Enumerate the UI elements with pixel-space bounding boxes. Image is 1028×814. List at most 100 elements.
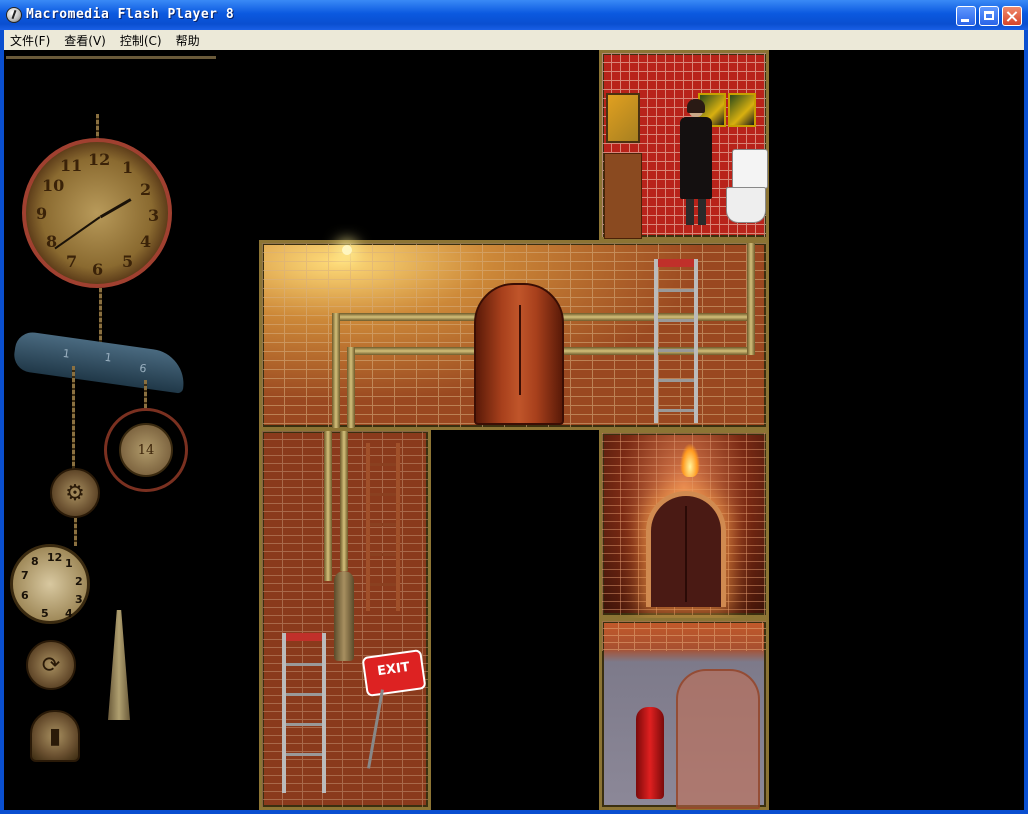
- ladder-rung: [286, 753, 322, 756]
- minimize-icon[interactable]: [956, 6, 976, 26]
- wardrobe[interactable]: [474, 283, 564, 425]
- bathroom-cabinet[interactable]: [604, 153, 642, 239]
- clock-number: 4: [65, 607, 73, 620]
- game-stage[interactable]: 12 1 2 3 4 5 6 7 8 9 10 11 1 1 6 14 ⚙ 12…: [4, 50, 1024, 810]
- toilet-bowl: [726, 187, 766, 223]
- clock-number: 9: [36, 204, 48, 223]
- menu-bar: 文件(F) 查看(V) 控制(C) 帮助: [4, 30, 1024, 50]
- step-ladder[interactable]: [282, 633, 326, 793]
- menu-control[interactable]: 控制(C): [114, 32, 168, 49]
- banner-number: 6: [138, 361, 148, 376]
- menu-file[interactable]: 文件(F): [4, 32, 56, 49]
- gear-button[interactable]: ⚙: [50, 468, 100, 518]
- ladder-rail: [396, 443, 400, 611]
- maximize-icon[interactable]: [979, 6, 999, 26]
- gas-cylinder[interactable]: [334, 571, 354, 661]
- app-icon[interactable]: [6, 7, 22, 23]
- clock-minute-hand: [54, 216, 101, 250]
- character-hair: [687, 99, 705, 113]
- window-border-right: [1024, 30, 1028, 814]
- ladder-rail: [654, 259, 658, 423]
- ceiling-lamp[interactable]: [342, 245, 352, 255]
- ladder-rail: [322, 633, 326, 793]
- clock-number: 7: [66, 252, 78, 271]
- arched-door[interactable]: [646, 491, 726, 607]
- ladder-rung: [658, 379, 694, 382]
- toilet-tank: [732, 149, 768, 189]
- clock-number: 6: [21, 589, 29, 602]
- wall-picture[interactable]: [728, 93, 756, 127]
- restart-button[interactable]: ⟳: [26, 640, 76, 690]
- chain: [74, 518, 77, 546]
- clock-number: 1: [65, 557, 73, 570]
- ladder-rung: [370, 463, 396, 466]
- clock-number: 12: [47, 551, 63, 564]
- door-icon: ▮: [48, 723, 62, 749]
- ladder-top: [654, 259, 698, 267]
- clock-number: 8: [31, 555, 39, 568]
- clock-number: 4: [140, 232, 152, 251]
- room-main-hall[interactable]: [259, 240, 769, 431]
- ladder-rung: [370, 583, 396, 586]
- menu-view[interactable]: 查看(V): [58, 32, 112, 49]
- wall-bracket: [6, 56, 216, 119]
- chain: [144, 380, 147, 410]
- ladder-rung: [286, 693, 322, 696]
- chain: [96, 114, 99, 140]
- faded-wardrobe[interactable]: [676, 669, 760, 809]
- wooden-ladder[interactable]: [366, 443, 400, 611]
- torch-flame[interactable]: [680, 443, 700, 477]
- room-doorway[interactable]: [599, 430, 769, 618]
- player-character[interactable]: [680, 99, 712, 225]
- secondary-clock[interactable]: 12 1 2 3 4 5 6 7 8: [10, 544, 90, 624]
- banner-number: 1: [61, 346, 71, 361]
- menu-help[interactable]: 帮助: [170, 32, 206, 49]
- ladder-rung: [658, 409, 694, 412]
- pipe: [332, 313, 340, 431]
- ladder-rung: [658, 349, 694, 352]
- window-border-bottom: [0, 810, 1028, 814]
- restart-icon: ⟳: [41, 652, 61, 678]
- chain: [99, 288, 102, 344]
- ladder-rung: [286, 663, 322, 666]
- character-legs: [686, 199, 706, 225]
- clock-number: 3: [148, 206, 160, 225]
- room-bathroom[interactable]: [599, 50, 769, 240]
- room-hydrant[interactable]: [599, 618, 769, 810]
- bathroom-mirror[interactable]: [606, 93, 640, 143]
- clock-number: 7: [21, 569, 29, 582]
- clock-number: 11: [60, 156, 83, 175]
- clock-number: 2: [75, 575, 83, 588]
- clock-number: 2: [140, 180, 152, 199]
- close-icon[interactable]: [1002, 6, 1022, 26]
- banner-number: 1: [103, 350, 113, 365]
- step-ladder[interactable]: [654, 259, 698, 423]
- timer-value: 14: [119, 423, 173, 477]
- clock-number: 12: [88, 150, 111, 169]
- ladder-top: [282, 633, 326, 641]
- gear-icon: ⚙: [65, 480, 85, 506]
- ladder-rail: [694, 259, 698, 423]
- ladder-rung: [658, 319, 694, 322]
- ladder-rung: [370, 493, 396, 496]
- clock-hour-hand: [99, 198, 132, 219]
- exit-sign[interactable]: EXIT: [361, 649, 427, 697]
- ladder-rung: [370, 553, 396, 556]
- clock-number: 3: [75, 593, 83, 606]
- clock-number: 5: [41, 607, 49, 620]
- ladder-rung: [286, 723, 322, 726]
- toilet[interactable]: [726, 149, 768, 223]
- clock-number: 10: [42, 176, 65, 195]
- ring-timer: 14: [104, 408, 188, 492]
- exit-door-button[interactable]: ▮: [30, 710, 80, 762]
- character-coat: [680, 117, 712, 199]
- hanging-tassel: [108, 610, 130, 720]
- hud-panel: 12 1 2 3 4 5 6 7 8 9 10 11 1 1 6 14 ⚙ 12…: [4, 50, 224, 810]
- flash-player-window: Macromedia Flash Player 8 文件(F) 查看(V) 控制…: [0, 0, 1028, 814]
- fire-hydrant[interactable]: [636, 707, 664, 799]
- ladder-rung: [370, 523, 396, 526]
- main-clock[interactable]: 12 1 2 3 4 5 6 7 8 9 10 11: [22, 138, 172, 288]
- room-lower-left[interactable]: EXIT: [259, 428, 431, 810]
- title-bar[interactable]: Macromedia Flash Player 8: [0, 0, 1028, 30]
- sign-pole: [367, 689, 384, 769]
